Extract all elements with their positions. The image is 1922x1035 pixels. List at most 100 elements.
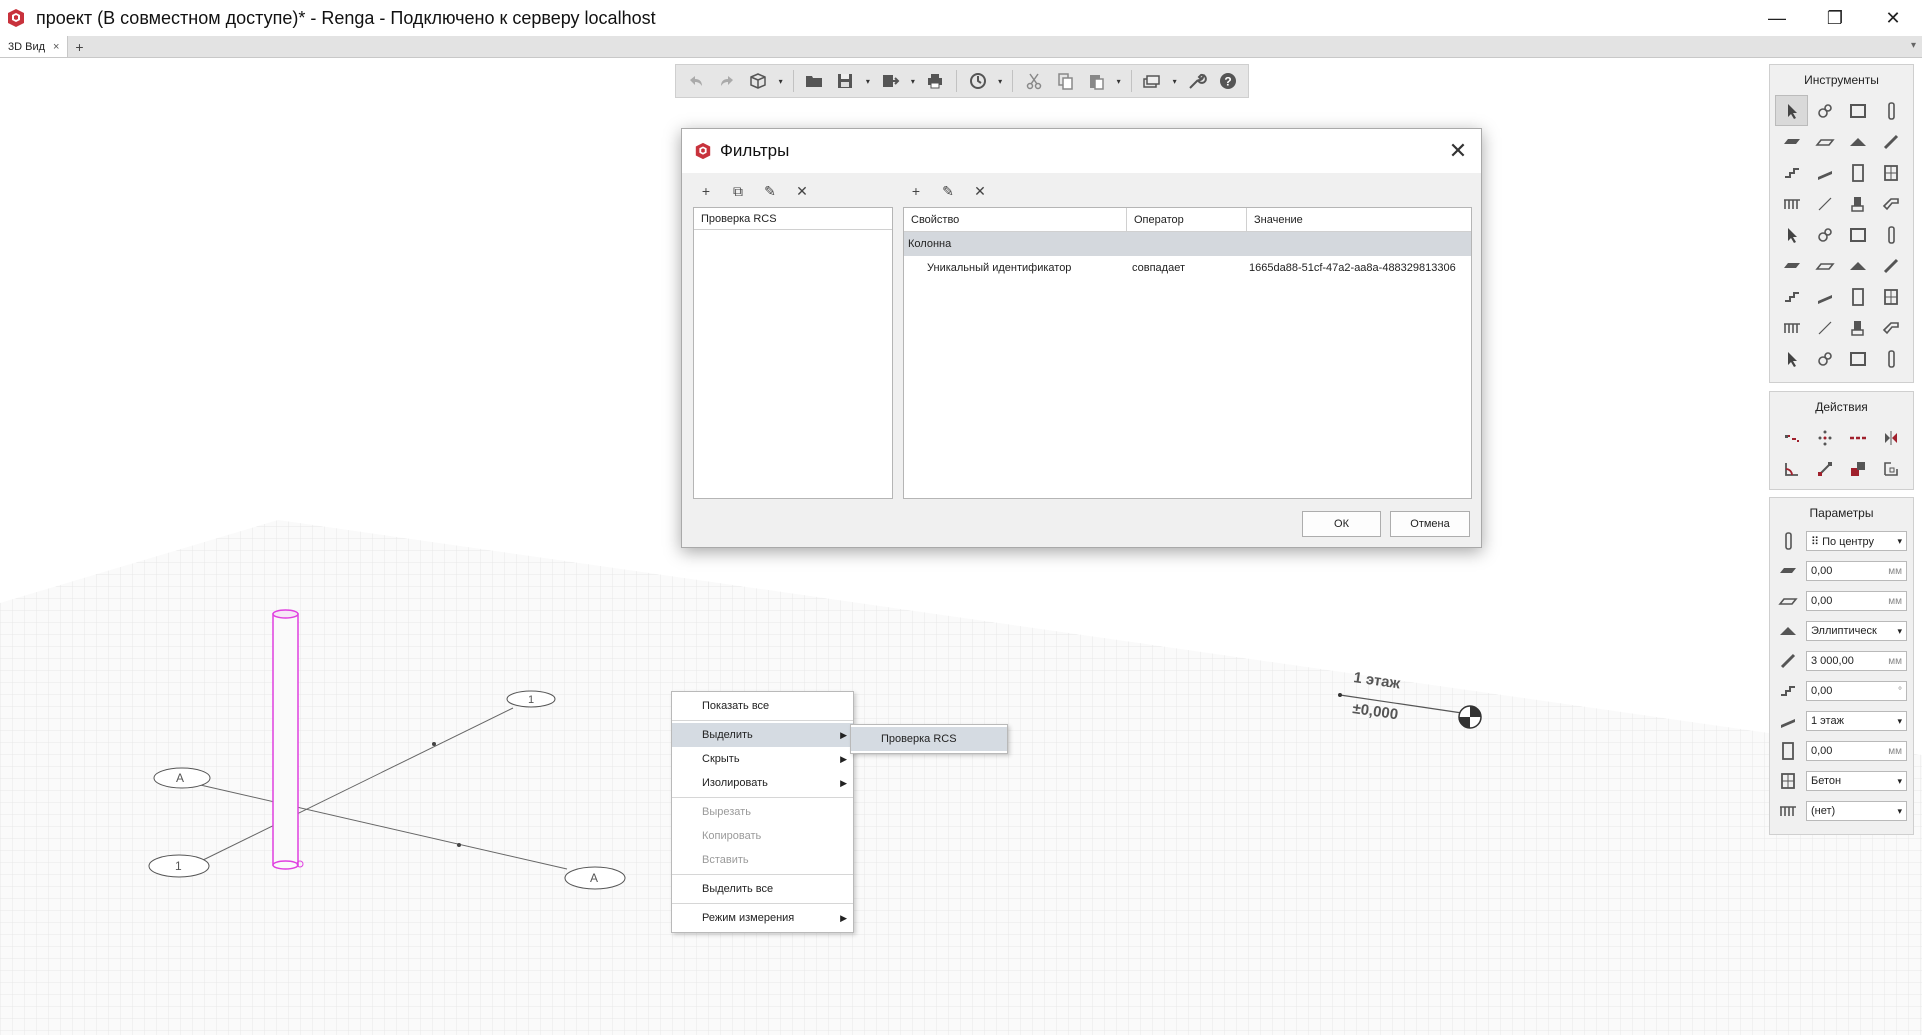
select-icon[interactable] <box>1775 95 1808 126</box>
open-folder-icon[interactable] <box>801 68 828 94</box>
column-header-property[interactable]: Свойство <box>904 208 1127 231</box>
paste-icon[interactable] <box>1083 68 1110 94</box>
cut-icon[interactable] <box>1020 68 1047 94</box>
dropdown-arrow-icon[interactable]: ▾ <box>776 77 786 86</box>
railing-icon[interactable] <box>1775 188 1808 219</box>
dropdown-arrow-icon[interactable]: ▾ <box>1114 77 1124 86</box>
param-input[interactable]: 0,00 мм <box>1806 591 1907 611</box>
help-icon[interactable]: ? <box>1215 68 1242 94</box>
column-header-value[interactable]: Значение <box>1247 208 1471 231</box>
lamp-icon[interactable] <box>1808 281 1841 312</box>
accessory-icon[interactable] <box>1808 250 1841 281</box>
beam-icon[interactable] <box>1874 126 1907 157</box>
line-icon[interactable] <box>1808 188 1841 219</box>
dropdown-arrow-icon[interactable]: ▾ <box>995 77 1005 86</box>
menu-item-measure-mode[interactable]: Режим измерения ▶ <box>672 906 853 930</box>
text-icon[interactable] <box>1874 343 1907 374</box>
close-window-button[interactable]: ✕ <box>1864 0 1922 36</box>
sync-icon[interactable] <box>964 68 991 94</box>
edit-filter-button[interactable]: ✎ <box>758 181 782 201</box>
tab-close-icon[interactable]: × <box>53 41 59 53</box>
tab-menu-arrow-icon[interactable]: ▾ <box>1911 40 1916 51</box>
opening-icon[interactable] <box>1841 312 1874 343</box>
room-icon[interactable] <box>1775 312 1808 343</box>
wall-icon[interactable] <box>1841 95 1874 126</box>
add-condition-button[interactable]: + <box>904 181 928 201</box>
save-icon[interactable] <box>832 68 859 94</box>
electrical-icon[interactable] <box>1841 281 1874 312</box>
layers-icon[interactable] <box>1138 68 1165 94</box>
floor-icon[interactable] <box>1775 126 1808 157</box>
fixture-icon[interactable] <box>1775 219 1808 250</box>
valve-icon[interactable] <box>1841 219 1874 250</box>
param-select[interactable]: (нет) ▾ <box>1806 801 1907 821</box>
param-input[interactable]: 0,00 ° <box>1806 681 1907 701</box>
move-icon[interactable] <box>1775 422 1808 453</box>
dimension-icon[interactable] <box>1775 343 1808 374</box>
dialog-close-button[interactable]: ✕ <box>1443 137 1473 165</box>
export-icon[interactable] <box>877 68 904 94</box>
rebar-icon[interactable] <box>1874 312 1907 343</box>
system-icon[interactable] <box>1775 281 1808 312</box>
stretch-icon[interactable] <box>1808 453 1841 484</box>
minimize-button[interactable]: — <box>1748 0 1806 36</box>
assembly-icon[interactable] <box>1808 95 1841 126</box>
mirror-icon[interactable] <box>1874 422 1907 453</box>
param-input[interactable]: 3 000,00 мм <box>1806 651 1907 671</box>
copy-icon[interactable] <box>1051 68 1078 94</box>
dropdown-arrow-icon[interactable]: ▾ <box>908 77 918 86</box>
mechanical-icon[interactable] <box>1775 250 1808 281</box>
element-icon[interactable] <box>1808 312 1841 343</box>
axis-icon[interactable] <box>1808 343 1841 374</box>
pipe-icon[interactable] <box>1874 188 1907 219</box>
panel-icon[interactable] <box>1874 281 1907 312</box>
ok-button[interactable]: ОК <box>1302 511 1381 537</box>
stair-icon[interactable] <box>1775 157 1808 188</box>
view-cube-icon[interactable] <box>745 68 772 94</box>
undo-icon[interactable] <box>682 68 709 94</box>
cancel-button[interactable]: Отмена <box>1390 511 1470 537</box>
submenu-item-filter[interactable]: Проверка RCS <box>851 727 1007 751</box>
column-header-operator[interactable]: Оператор <box>1127 208 1247 231</box>
tab-3d-view[interactable]: 3D Вид × <box>0 36 69 57</box>
param-select[interactable]: ⠿ По центру ▾ <box>1806 531 1907 551</box>
copy-linear-icon[interactable] <box>1841 422 1874 453</box>
menu-item-hide[interactable]: Скрыть ▶ <box>672 747 853 771</box>
delete-filter-button[interactable]: ✕ <box>790 181 814 201</box>
hatch-icon[interactable] <box>1841 343 1874 374</box>
menu-item-select[interactable]: Выделить ▶ <box>672 723 853 747</box>
menu-item-isolate[interactable]: Изолировать ▶ <box>672 771 853 795</box>
delete-icon[interactable] <box>1841 453 1874 484</box>
add-filter-button[interactable]: + <box>694 181 718 201</box>
window-icon[interactable] <box>1874 157 1907 188</box>
menu-item-show-all[interactable]: Показать все <box>672 694 853 718</box>
param-select[interactable]: Эллиптическ ▾ <box>1806 621 1907 641</box>
slab-icon[interactable] <box>1808 126 1841 157</box>
duplicate-filter-button[interactable]: ⧉ <box>726 181 750 201</box>
param-select[interactable]: Бетон ▾ <box>1806 771 1907 791</box>
print-icon[interactable] <box>922 68 949 94</box>
column-icon[interactable] <box>1874 95 1907 126</box>
outlet-icon[interactable] <box>1841 250 1874 281</box>
edit-condition-button[interactable]: ✎ <box>936 181 960 201</box>
dropdown-arrow-icon[interactable]: ▾ <box>863 77 873 86</box>
equipment-icon[interactable] <box>1841 188 1874 219</box>
door-icon[interactable] <box>1841 157 1874 188</box>
menu-item-select-all[interactable]: Выделить все <box>672 877 853 901</box>
table-group-row[interactable]: Колонна <box>904 232 1471 256</box>
table-row[interactable]: Уникальный идентификатор совпадает 1665d… <box>904 256 1471 280</box>
filter-list-item[interactable]: Проверка RCS <box>694 208 892 230</box>
delete-condition-button[interactable]: ✕ <box>968 181 992 201</box>
ramp-icon[interactable] <box>1808 157 1841 188</box>
dropdown-arrow-icon[interactable]: ▾ <box>1170 77 1180 86</box>
param-input[interactable]: 0,00 мм <box>1806 561 1907 581</box>
offset-icon[interactable] <box>1874 453 1907 484</box>
cable-icon[interactable] <box>1874 250 1907 281</box>
param-select[interactable]: 1 этаж ▾ <box>1806 711 1907 731</box>
align-icon[interactable] <box>1775 453 1808 484</box>
add-tab-button[interactable]: + <box>68 36 90 57</box>
param-input[interactable]: 0,00 мм <box>1806 741 1907 761</box>
duct-icon[interactable] <box>1874 219 1907 250</box>
roof-icon[interactable] <box>1841 126 1874 157</box>
maximize-button[interactable]: ❐ <box>1806 0 1864 36</box>
